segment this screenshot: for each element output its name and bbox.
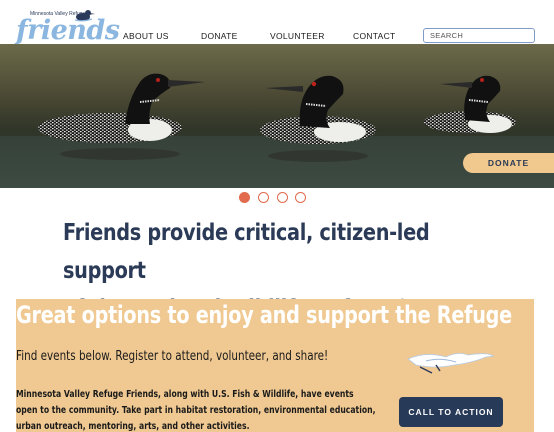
- site-header: Minnesota Valley Refuge friends ABOUT US…: [0, 0, 554, 44]
- site-logo[interactable]: Minnesota Valley Refuge friends: [16, 8, 120, 48]
- nav-volunteer[interactable]: VOLUNTEER: [270, 31, 325, 41]
- carousel-dot-1[interactable]: [239, 192, 250, 203]
- hero-donate-button[interactable]: DONATE: [463, 153, 554, 173]
- events-section: Great options to enjoy and support the R…: [16, 299, 534, 432]
- call-to-action-button[interactable]: CALL TO ACTION: [399, 397, 503, 427]
- events-title: Great options to enjoy and support the R…: [16, 301, 512, 329]
- events-subtitle: Find events below. Register to attend, v…: [16, 349, 329, 364]
- swan-illustration-icon: [407, 353, 495, 374]
- search-input[interactable]: [423, 28, 535, 43]
- carousel-dot-2[interactable]: [258, 192, 269, 203]
- headline-line-1: Friends provide critical, citizen-led su…: [63, 220, 430, 284]
- carousel-dot-4[interactable]: [295, 192, 306, 203]
- events-description: Minnesota Valley Refuge Friends, along w…: [16, 389, 376, 432]
- nav-donate[interactable]: DONATE: [201, 31, 238, 41]
- carousel-dot-3[interactable]: [277, 192, 288, 203]
- carousel-dots: [239, 190, 311, 204]
- nav-contact[interactable]: CONTACT: [353, 31, 396, 41]
- nav-about-us[interactable]: ABOUT US: [123, 31, 169, 41]
- logo-wordmark: friends: [16, 15, 120, 46]
